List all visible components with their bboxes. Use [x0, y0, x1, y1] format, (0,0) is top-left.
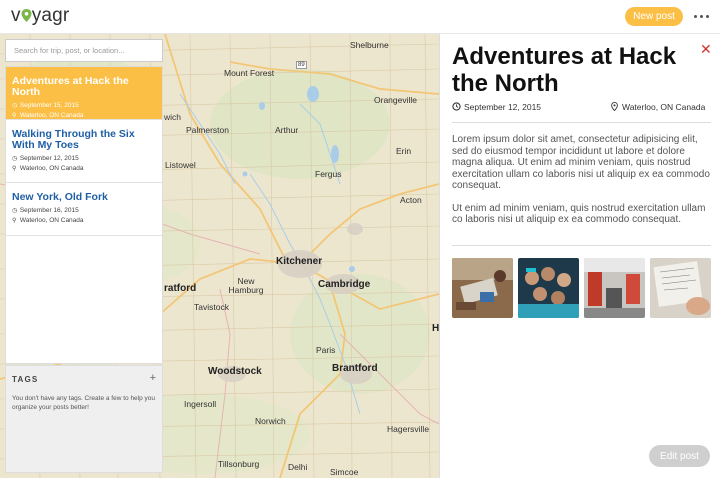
location-pin-icon — [611, 102, 618, 111]
post-list-item[interactable]: Adventures at Hack the North ◷ September… — [6, 67, 162, 120]
app-header: v yagr New post — [0, 0, 720, 34]
map-label-partial-wich: wich — [164, 112, 182, 122]
map-label-ingersoll: Ingersoll — [184, 399, 217, 409]
map-label-delhi: Delhi — [288, 462, 308, 472]
photo-thumbnail[interactable] — [518, 258, 579, 318]
location-pin-icon: ⚲ — [12, 218, 17, 224]
map-label-mount: Mount Forest — [224, 68, 275, 78]
map-label-woodstock: Woodstock — [208, 366, 262, 377]
body-paragraph: Lorem ipsum dolor sit amet, consectetur … — [452, 134, 710, 191]
edit-post-button[interactable]: Edit post — [649, 445, 710, 467]
new-post-button[interactable]: New post — [625, 7, 683, 26]
map-label-brantford: Brantford — [332, 363, 378, 374]
post-title: Walking Through the Six With My Toes — [12, 128, 135, 151]
add-tag-button[interactable]: + — [150, 372, 156, 384]
post-detail-date: September 12, 2015 — [452, 102, 541, 112]
post-list-item[interactable]: Walking Through the Six With My Toes ◷ S… — [6, 120, 162, 183]
post-list: Adventures at Hack the North ◷ September… — [5, 66, 163, 364]
post-detail-title: Adventures at Hack the North — [452, 43, 677, 97]
map-label-fergus: Fergus — [315, 169, 342, 179]
clock-icon: ◷ — [12, 103, 18, 109]
map-label-partial-h: H — [432, 323, 439, 334]
tags-title: TAGS — [12, 375, 39, 384]
post-detail-panel: ✕ Adventures at Hack the North September… — [439, 34, 720, 478]
search-input[interactable] — [5, 39, 163, 62]
logo[interactable]: v yagr — [11, 5, 69, 27]
post-location: ⚲ Waterloo, ON Canada — [12, 165, 84, 172]
location-pin-icon: ⚲ — [12, 166, 17, 172]
post-date: ◷ September 12, 2015 — [12, 155, 79, 162]
post-date: ◷ September 16, 2015 — [12, 207, 79, 214]
map-label-simcoe: Simcoe — [330, 467, 359, 477]
map-label-cambridge: Cambridge — [318, 279, 371, 290]
map-label-acton: Acton — [400, 195, 422, 205]
map-label-arthur: Arthur — [275, 125, 299, 135]
photo-thumbnail[interactable] — [452, 258, 513, 318]
logo-text: v yagr — [11, 5, 70, 26]
post-title: New York, Old Fork — [12, 191, 108, 203]
highway-shield: 89 — [296, 61, 307, 69]
clock-icon: ◷ — [12, 156, 18, 162]
map-label-tavistock: Tavistock — [194, 302, 229, 312]
map-label-orangeville: Orangeville — [374, 95, 417, 105]
clock-icon — [452, 102, 461, 111]
tags-panel: TAGS + You don't have any tags. Create a… — [5, 365, 163, 473]
ellipsis-icon[interactable] — [693, 9, 711, 23]
map-label-kitchener: Kitchener — [276, 256, 323, 267]
divider — [452, 245, 711, 246]
map-label-tillsonburg: Tillsonburg — [218, 459, 260, 469]
clock-icon: ◷ — [12, 208, 18, 214]
map-label-shelburne: Shelburne — [350, 40, 389, 50]
map-label-erin: Erin — [396, 146, 412, 156]
post-title: Adventures at Hack the North — [12, 75, 129, 98]
post-date: ◷ September 15, 2015 — [12, 102, 79, 109]
post-detail-location: Waterloo, ON Canada — [610, 102, 705, 112]
post-location: ⚲ Waterloo, ON Canada — [12, 217, 84, 224]
divider — [452, 122, 711, 123]
map-label-partial-stratford: ratford — [164, 283, 197, 294]
map-label-palmerston: Palmerston — [186, 125, 229, 135]
map-label-listowel: Listowel — [165, 160, 196, 170]
post-detail-body: Lorem ipsum dolor sit amet, consectetur … — [452, 134, 711, 237]
location-pin-icon — [21, 9, 32, 22]
body-paragraph: Ut enim ad minim veniam, quis nostrud ex… — [452, 202, 706, 226]
map-label-norwich: Norwich — [255, 416, 286, 426]
photo-thumbnail[interactable] — [650, 258, 711, 318]
map-label-new-hamburg: New Hamburg — [228, 276, 264, 295]
post-list-item[interactable]: New York, Old Fork ◷ September 16, 2015 … — [6, 183, 162, 236]
map-label-hagersville: Hagersville — [387, 424, 430, 434]
photo-thumbnail[interactable] — [584, 258, 645, 318]
map-label-paris: Paris — [316, 345, 336, 355]
tags-empty-text: You don't have any tags. Create a few to… — [12, 395, 156, 411]
close-icon[interactable]: ✕ — [700, 41, 712, 58]
